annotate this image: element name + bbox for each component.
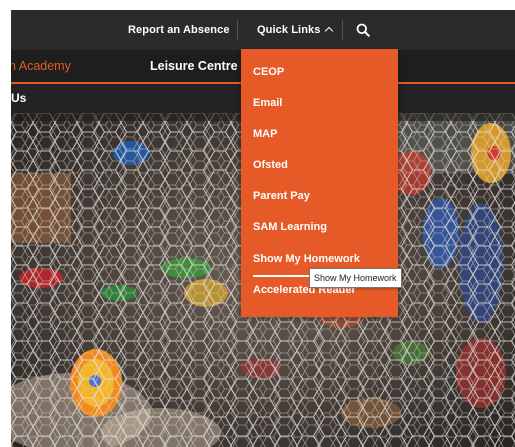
utility-bar: Report an Absence Quick Links <box>11 10 515 50</box>
search-icon[interactable] <box>356 23 370 37</box>
divider <box>237 20 238 40</box>
menu-item-email[interactable]: Email <box>253 93 282 113</box>
nav-item-leisure-centre[interactable]: Leisure Centre <box>150 50 238 82</box>
quick-links-toggle[interactable]: Quick Links <box>257 10 334 50</box>
nav-item-academy[interactable]: h Academy <box>11 50 71 82</box>
sub-nav-item-us[interactable]: Us <box>11 84 26 113</box>
menu-item-show-my-homework[interactable]: Show My Homework <box>253 249 360 269</box>
menu-item-ceop[interactable]: CEOP <box>253 62 284 82</box>
chevron-up-icon <box>325 26 334 36</box>
menu-item-sam-learning[interactable]: SAM Learning <box>253 217 327 237</box>
report-absence-link[interactable]: Report an Absence <box>128 10 230 50</box>
menu-item-ofsted[interactable]: Ofsted <box>253 155 288 175</box>
menu-item-map[interactable]: MAP <box>253 124 277 144</box>
menu-item-parent-pay[interactable]: Parent Pay <box>253 186 310 206</box>
quick-links-label: Quick Links <box>257 24 321 36</box>
browser-viewport: Report an Absence Quick Links h Academy … <box>11 10 515 447</box>
tooltip: Show My Homework <box>309 268 402 288</box>
divider <box>342 20 343 40</box>
